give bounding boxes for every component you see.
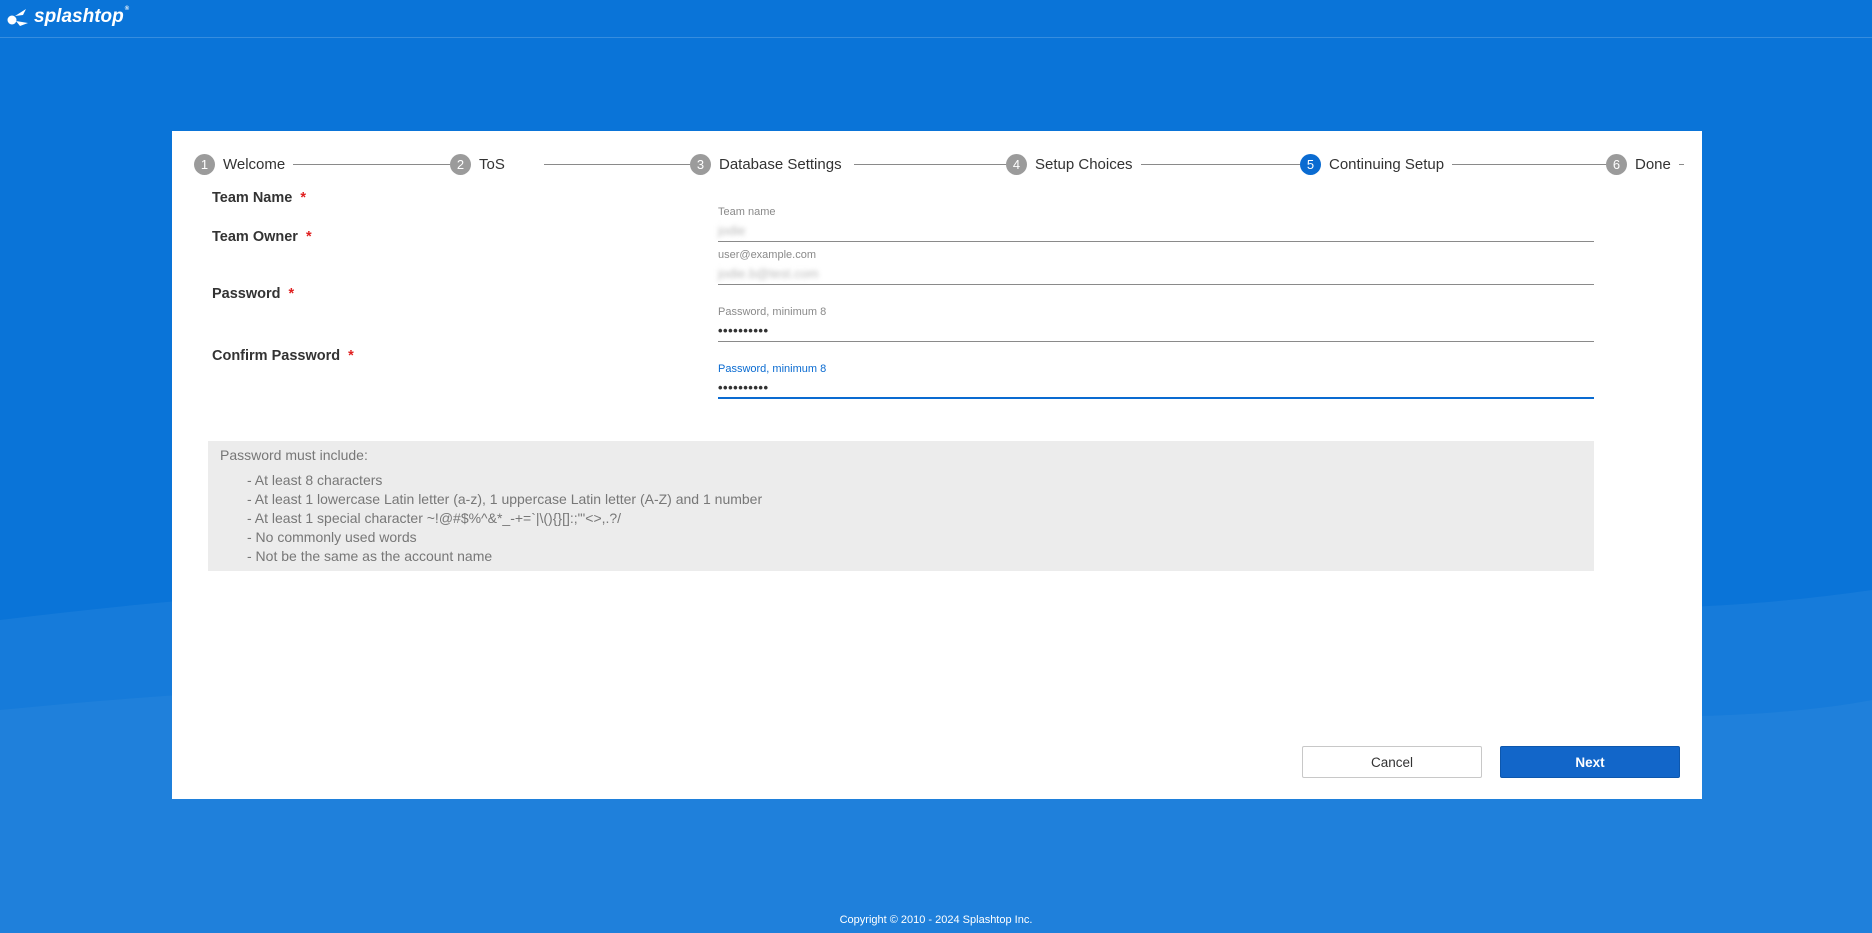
step-number: 3 <box>690 153 711 175</box>
list-item: - At least 1 special character ~!@#$%^&*… <box>247 510 622 526</box>
team-name-input[interactable]: jodie <box>718 220 1594 242</box>
password-label: Password * <box>212 286 295 302</box>
step-setup-choices: 4 Setup Choices <box>1006 153 1141 175</box>
step-welcome: 1 Welcome <box>194 153 294 175</box>
confirm-password-input[interactable]: •••••••••• <box>718 377 1594 399</box>
password-value: •••••••••• <box>718 323 769 338</box>
step-number: 2 <box>450 153 471 175</box>
step-connector <box>544 164 704 165</box>
required-marker: * <box>305 229 312 245</box>
cancel-button[interactable]: Cancel <box>1302 746 1482 778</box>
confirm-password-field-label: Password, minimum 8 <box>718 363 827 375</box>
setup-wizard-card: 1 Welcome 2 ToS 3 Database Settings 4 Se… <box>172 131 1702 799</box>
team-owner-label: Team Owner * <box>212 229 312 245</box>
password-requirements-title: Password must include: <box>220 447 368 463</box>
password-requirements: Password must include: - At least 8 char… <box>208 441 1594 571</box>
step-label: Database Settings <box>719 155 842 173</box>
next-button[interactable]: Next <box>1500 746 1680 778</box>
brand-registered-mark: ® <box>124 6 130 12</box>
password-field[interactable]: Password, minimum 8 •••••••••• <box>718 306 1594 342</box>
confirm-password-value: •••••••••• <box>718 379 769 395</box>
password-field-label: Password, minimum 8 <box>718 306 827 318</box>
confirm-password-label: Confirm Password * <box>212 348 354 364</box>
password-input[interactable]: •••••••••• <box>718 320 1594 342</box>
step-label: Continuing Setup <box>1329 155 1445 173</box>
team-name-field[interactable]: Team name jodie <box>718 206 1594 242</box>
required-marker: * <box>288 286 295 302</box>
team-owner-field-label: user@example.com <box>718 249 816 261</box>
list-item: - No commonly used words <box>247 529 417 545</box>
step-done: 6 Done <box>1606 153 1679 175</box>
step-number: 4 <box>1006 153 1027 175</box>
required-marker: * <box>348 348 354 364</box>
step-label: ToS <box>479 155 505 173</box>
copyright-footer: Copyright © 2010 - 2024 Splashtop Inc. <box>839 914 1033 926</box>
step-label: Done <box>1635 155 1671 173</box>
top-bar: splashtop® <box>0 0 1872 38</box>
step-database-settings: 3 Database Settings <box>690 153 850 175</box>
step-number: 6 <box>1606 153 1627 175</box>
team-name-value: jodie <box>718 223 746 238</box>
step-continuing-setup: 5 Continuing Setup <box>1300 153 1453 175</box>
splashtop-logo[interactable]: splashtop® <box>6 4 129 30</box>
brand-name: splashtop <box>34 6 124 27</box>
required-marker: * <box>300 190 306 206</box>
team-owner-value: jodie.b@test.com <box>718 266 819 281</box>
list-item: - Not be the same as the account name <box>247 548 493 564</box>
confirm-password-field[interactable]: Password, minimum 8 •••••••••• <box>718 363 1594 399</box>
password-requirements-list: - At least 8 characters - At least 1 low… <box>220 471 1582 566</box>
step-label: Setup Choices <box>1035 155 1133 173</box>
splashtop-logo-icon <box>7 9 28 26</box>
list-item: - At least 1 lowercase Latin letter (a-z… <box>247 491 763 507</box>
setup-stepper: 1 Welcome 2 ToS 3 Database Settings 4 Se… <box>194 153 1684 175</box>
step-number: 5 <box>1300 153 1321 175</box>
step-tos: 2 ToS <box>450 153 513 175</box>
team-name-label: Team Name * <box>212 190 306 206</box>
team-owner-input[interactable]: jodie.b@test.com <box>718 263 1594 285</box>
team-owner-field[interactable]: user@example.com jodie.b@test.com <box>718 249 1594 285</box>
list-item: - At least 8 characters <box>247 472 383 488</box>
team-name-field-label: Team name <box>718 206 776 218</box>
step-number: 1 <box>194 153 215 175</box>
step-label: Welcome <box>223 155 286 173</box>
